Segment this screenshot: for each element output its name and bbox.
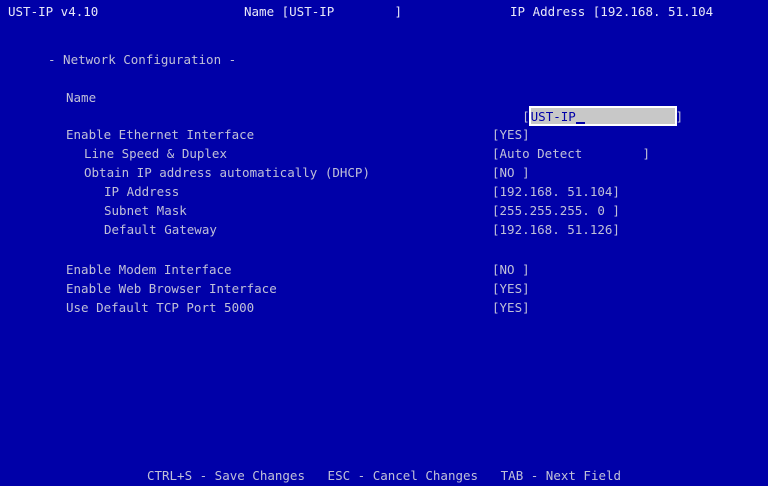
title-bar: UST-IP v4.10 Name [UST-IP ] IP Address […: [0, 0, 768, 21]
title-name-display: Name [UST-IP ]: [244, 4, 403, 19]
enable-ethernet-field[interactable]: [YES]: [492, 125, 530, 144]
default-gateway-field[interactable]: [192.168. 51.126]: [492, 220, 620, 239]
name-field-open-bracket: [: [522, 109, 530, 124]
enable-modem-field[interactable]: [NO ]: [492, 260, 530, 279]
version-label: UST-IP v4.10: [8, 4, 99, 19]
line-speed-field[interactable]: [Auto Detect ]: [492, 144, 650, 163]
name-field-close-bracket: ]: [675, 109, 684, 124]
ip-address-label: IP Address: [104, 184, 180, 199]
enable-ethernet-label: Enable Ethernet Interface: [66, 127, 255, 142]
name-label: Name: [66, 90, 97, 105]
name-input-value: UST-IP: [530, 109, 576, 124]
subnet-mask-field[interactable]: [255.255.255. 0 ]: [492, 201, 620, 220]
footer-help: CTRL+S - Save Changes ESC - Cancel Chang…: [146, 468, 622, 483]
enable-web-label: Enable Web Browser Interface: [66, 281, 277, 296]
default-gateway-label: Default Gateway: [104, 222, 217, 237]
enable-web-field[interactable]: [YES]: [492, 279, 530, 298]
default-tcp-field[interactable]: [YES]: [492, 298, 530, 317]
text-cursor: [575, 122, 585, 124]
ip-address-field[interactable]: [192.168. 51.104]: [492, 182, 620, 201]
dhcp-label: Obtain IP address automatically (DHCP): [84, 165, 370, 180]
dhcp-field[interactable]: [NO ]: [492, 163, 530, 182]
section-title: - Network Configuration -: [48, 52, 237, 67]
subnet-mask-label: Subnet Mask: [104, 203, 187, 218]
default-tcp-label: Use Default TCP Port 5000: [66, 300, 255, 315]
line-speed-label: Line Speed & Duplex: [84, 146, 227, 161]
title-ip-display: IP Address [192.168. 51.104: [510, 4, 714, 19]
enable-modem-label: Enable Modem Interface: [66, 262, 232, 277]
terminal-screen: UST-IP v4.10 Name [UST-IP ] IP Address […: [0, 0, 768, 486]
name-field[interactable]: [UST-IP]: [492, 88, 683, 126]
name-input[interactable]: UST-IP: [528, 106, 677, 126]
